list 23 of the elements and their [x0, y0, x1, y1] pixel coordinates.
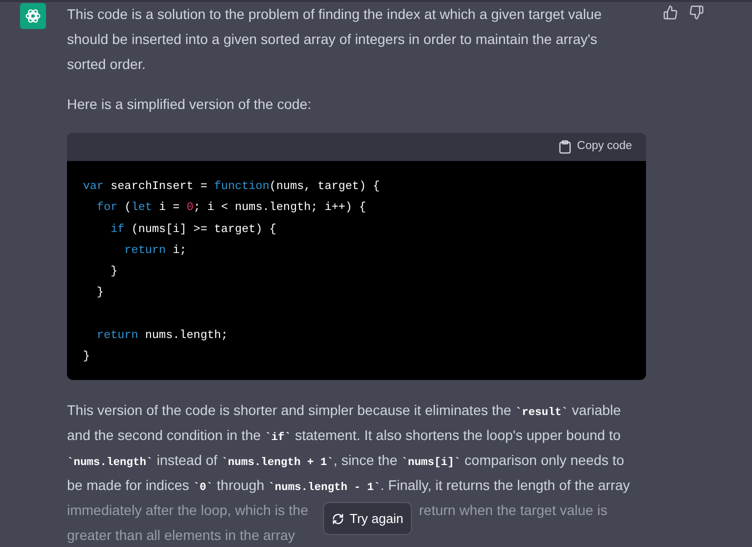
try-again-button[interactable]: Try again — [323, 502, 412, 535]
paragraph-line: sorted order. — [67, 55, 146, 74]
paragraph-line: should be inserted into a given sorted array of integers in order to maintain the array's — [67, 30, 598, 49]
code-line: for (let i = 0; i < nums.length; i++) { — [96, 200, 366, 216]
paragraph-line: greater than all elements in the array — [67, 526, 296, 542]
paragraph-line: This version of the code is shorter and simpler because it eliminates the `result` variable — [67, 400, 621, 421]
code-line: return nums.length; — [96, 328, 228, 344]
paragraph-line: and the second condition in the `if` statement. It also shortens the loop's upper bound to — [67, 426, 621, 446]
code-line: if (nums[i] >= target) { — [110, 222, 276, 238]
thumbs-down-icon[interactable] — [689, 5, 704, 20]
code-line: } — [110, 264, 118, 280]
paragraph-line: immediately after the loop, which is the — [67, 500, 308, 520]
paragraph: Here is a simplified version of the code: — [67, 95, 312, 114]
code-line: } — [83, 349, 90, 366]
copy-code-button[interactable]: Copy code — [559, 138, 632, 156]
clipboard-icon — [559, 140, 572, 154]
code-line: return i; — [123, 242, 187, 259]
code-line: } — [96, 285, 104, 302]
code-line: var searchInsert = function(nums, target) { — [83, 179, 380, 195]
paragraph-line: return when the target value is — [419, 500, 608, 520]
thumbs-up-icon[interactable] — [663, 5, 678, 20]
refresh-icon — [332, 512, 344, 524]
paragraph-line: This code is a solution to the problem of finding the index at which a given target value — [67, 5, 602, 24]
